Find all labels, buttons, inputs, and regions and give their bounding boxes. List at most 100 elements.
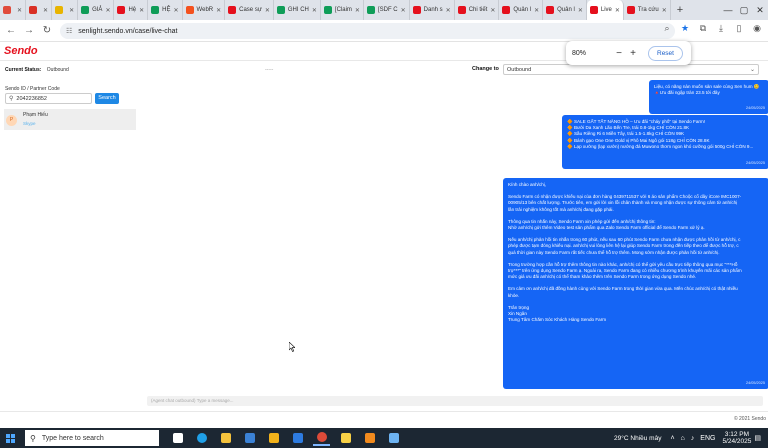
browser-tab[interactable]: [Claim ✕ xyxy=(321,0,364,20)
current-status-label: Current Status: xyxy=(5,67,42,73)
clock[interactable]: 3:12 PM 5/24/2025 xyxy=(722,431,751,445)
zoom-out-button[interactable]: − xyxy=(612,48,626,59)
browser-tab[interactable]: [SDF C ✕ xyxy=(364,0,410,20)
edge-icon[interactable] xyxy=(193,430,210,446)
firefox-icon-glyph xyxy=(364,433,375,443)
profile-icon[interactable]: ◉ xyxy=(750,23,764,34)
store-icon[interactable] xyxy=(241,430,258,446)
close-tab-icon[interactable]: ✕ xyxy=(662,7,667,14)
change-status-select[interactable]: Outbound ⌄ xyxy=(503,64,759,75)
sendo-logo[interactable]: Sendo xyxy=(4,45,38,57)
close-tab-icon[interactable]: ✕ xyxy=(490,7,495,14)
close-tab-icon[interactable]: ✕ xyxy=(446,7,451,14)
extensions-icon[interactable]: ⧉ xyxy=(696,23,710,34)
chrome-icon[interactable] xyxy=(313,430,330,446)
minimize-icon[interactable]: — xyxy=(720,5,736,15)
close-tab-icon[interactable]: ✕ xyxy=(615,7,620,14)
search-button[interactable]: Search xyxy=(95,93,119,104)
close-tab-icon[interactable]: ✕ xyxy=(105,7,110,14)
bookmark-star-icon[interactable]: ★ xyxy=(678,23,692,34)
browser-tab[interactable]: WebR ✕ xyxy=(183,0,226,20)
browser-tab[interactable]: ✕ xyxy=(26,0,53,20)
copyright: © 2021 Sendo xyxy=(733,416,766,422)
message-input[interactable]: (Agent chat outbound) Type a message... xyxy=(147,396,763,406)
volume-icon[interactable]: ♪ xyxy=(691,435,695,442)
close-tab-icon[interactable]: ✕ xyxy=(355,7,360,14)
system-tray: 29°C Nhiều mây ˄ ⌂ ♪ ENG 3:12 PM 5/24/20… xyxy=(614,428,764,448)
close-tab-icon[interactable]: ✕ xyxy=(43,7,48,14)
zoom-in-button[interactable]: + xyxy=(626,48,640,59)
close-tab-icon[interactable]: ✕ xyxy=(69,7,74,14)
zoom-reset-button[interactable]: Reset xyxy=(648,45,683,61)
browser-tab[interactable]: Case sự ✕ xyxy=(225,0,274,20)
language-indicator[interactable]: ENG xyxy=(700,435,715,442)
browser-tab-label: Hệ xyxy=(128,7,137,13)
browser-tab[interactable]: Danh s ✕ xyxy=(410,0,455,20)
weather-widget[interactable]: 29°C Nhiều mây xyxy=(614,435,661,442)
forward-icon[interactable]: → xyxy=(22,25,36,36)
close-tab-icon[interactable]: ✕ xyxy=(534,7,539,14)
close-tab-icon[interactable]: ✕ xyxy=(401,7,406,14)
browser-tab[interactable]: GHI CH ✕ xyxy=(274,0,321,20)
close-tab-icon[interactable]: ✕ xyxy=(312,7,317,14)
close-tab-icon[interactable]: ✕ xyxy=(216,7,221,14)
chrome-canary-icon[interactable] xyxy=(265,430,282,446)
browser-tab[interactable]: ✕ xyxy=(52,0,79,20)
close-tab-icon[interactable]: ✕ xyxy=(17,7,22,14)
notepad-icon[interactable] xyxy=(385,430,402,446)
sendo-icon xyxy=(502,6,511,14)
close-window-icon[interactable]: ✕ xyxy=(752,5,768,16)
site-info-icon[interactable]: ☷ xyxy=(66,27,72,35)
browser-tab-label: Tra cứu xyxy=(637,7,659,13)
current-status: Current Status: Outbound xyxy=(5,67,69,73)
browser-tab-label: Live xyxy=(600,7,612,13)
zoom-percent: 80% xyxy=(572,49,587,57)
browser-tab[interactable]: Hệ ✕ xyxy=(114,0,149,20)
back-icon[interactable]: ← xyxy=(4,25,18,36)
chat-messages[interactable]: Liệu, có năng nàn muốn sản sale cùng Sen… xyxy=(140,76,768,390)
browser-tab[interactable]: GIẢ ✕ xyxy=(78,0,115,20)
browser-tab[interactable]: HỆ ✕ xyxy=(148,0,183,20)
close-tab-icon[interactable]: ✕ xyxy=(265,7,270,14)
message-bubble: 🔶 SALE GẤT TẤT NĂNG HỒ – Ưu đãi "cháy ph… xyxy=(562,115,768,169)
sendo-id-search-input[interactable]: ⚲ 2042236852 xyxy=(5,93,92,104)
firefox-icon[interactable] xyxy=(361,430,378,446)
browser-tab[interactable]: Live ✕ xyxy=(586,0,624,20)
chevron-up-icon[interactable]: ˄ xyxy=(670,435,674,442)
clock-date: 5/24/2025 xyxy=(722,438,752,445)
message-timestamp: 24/05/2025 xyxy=(745,105,765,110)
notification-icon[interactable]: ▤ xyxy=(754,434,761,442)
maximize-icon[interactable]: ▢ xyxy=(736,5,752,16)
task-view-icon[interactable] xyxy=(169,430,186,446)
browser-tab-label: [Claim xyxy=(334,7,352,13)
mail-icon[interactable] xyxy=(289,430,306,446)
download-icon[interactable]: ⤓ xyxy=(714,23,728,34)
sticky-notes-icon[interactable] xyxy=(337,430,354,446)
close-tab-icon[interactable]: ✕ xyxy=(139,7,144,14)
conversation-list-item[interactable]: P Phạm Hiếu Skype xyxy=(4,109,136,130)
browser-tab[interactable]: Tra cứu ✕ xyxy=(624,0,671,20)
window-controls: — ▢ ✕ xyxy=(720,0,768,20)
address-bar: ← → ↻ ☷ senlight.sendo.vn/case/live-chat… xyxy=(0,20,768,42)
browser-tab-label: HỆ xyxy=(162,7,171,13)
side-panel-icon[interactable]: ▯ xyxy=(732,23,746,34)
reload-icon[interactable]: ↻ xyxy=(40,25,54,36)
browser-tab[interactable]: Chi tiết ✕ xyxy=(455,0,500,20)
taskbar-search-placeholder: Type here to search xyxy=(41,434,104,442)
url-input[interactable]: ☷ senlight.sendo.vn/case/live-chat xyxy=(60,23,675,39)
browser-tab[interactable]: Quản l ✕ xyxy=(543,0,587,20)
browser-tab[interactable]: Quản l ✕ xyxy=(499,0,544,20)
browser-tab[interactable]: ✕ xyxy=(0,0,27,20)
close-tab-icon[interactable]: ✕ xyxy=(578,7,583,14)
message-bubble: Kính chào anh/chị, Sendo Farm có nhận đượ… xyxy=(503,178,768,389)
windows-start-icon[interactable] xyxy=(6,433,15,443)
taskbar-search-input[interactable]: ⚲ Type here to search xyxy=(25,430,159,446)
current-status-value: Outbound xyxy=(46,67,69,73)
clock-time: 3:12 PM xyxy=(724,431,750,438)
new-tab-icon[interactable]: + xyxy=(671,4,689,16)
file-explorer-icon[interactable] xyxy=(217,430,234,446)
browser-tab-label: Quản l xyxy=(557,7,575,13)
close-tab-icon[interactable]: ✕ xyxy=(174,7,179,14)
network-icon[interactable]: ⌂ xyxy=(681,435,685,442)
zoom-icon[interactable]: ⌕ xyxy=(660,23,674,34)
